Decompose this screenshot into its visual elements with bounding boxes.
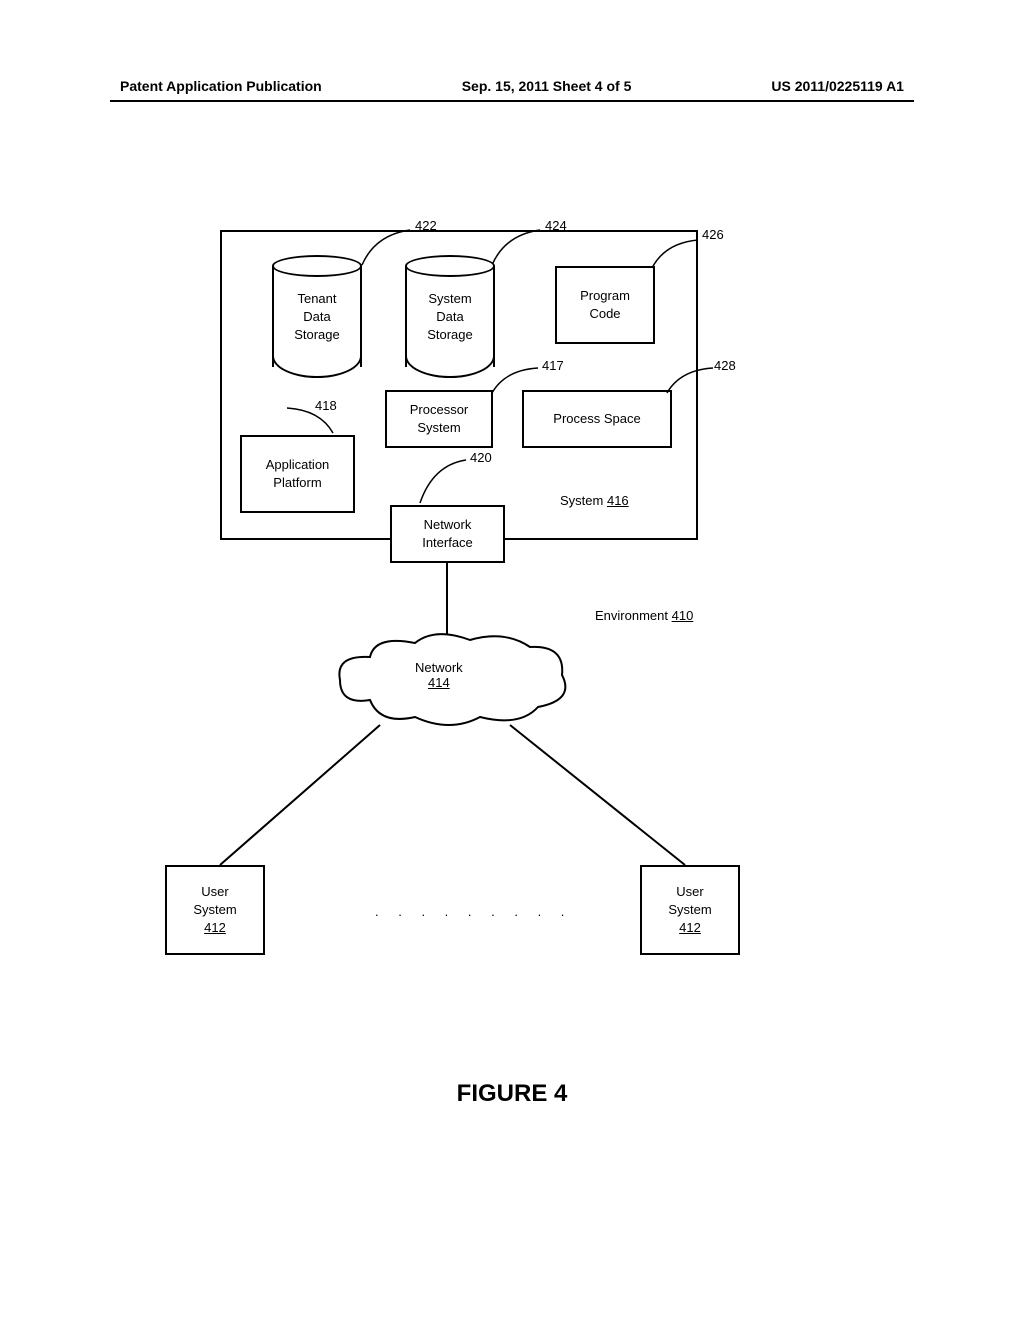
ref-422: 422 (415, 218, 437, 233)
processor-system: Processor System (385, 390, 493, 448)
leader-420 (418, 455, 473, 510)
program-code: Program Code (555, 266, 655, 344)
leader-428 (665, 365, 720, 400)
user-system-left: User System 412 (165, 865, 265, 955)
network-interface: Network Interface (390, 505, 505, 563)
system-data-storage: System Data Storage (405, 255, 495, 375)
figure-title: FIGURE 4 (0, 1080, 1024, 1108)
diagram: Tenant Data Storage 422 System Data Stor… (220, 230, 760, 970)
environment-label: Environment 410 (595, 608, 693, 623)
user-system-right: User System 412 (640, 865, 740, 955)
ref-417: 417 (542, 358, 564, 373)
header-right: US 2011/0225119 A1 (771, 78, 904, 94)
network-label: Network 414 (415, 660, 463, 690)
header-left: Patent Application Publication (120, 78, 322, 94)
page-header: Patent Application Publication Sep. 15, … (0, 78, 1024, 94)
process-space: Process Space (522, 390, 672, 448)
connectors-cloud-users (180, 720, 740, 880)
leader-426 (650, 235, 705, 275)
tenant-data-storage: Tenant Data Storage (272, 255, 362, 375)
ref-420: 420 (470, 450, 492, 465)
header-center: Sep. 15, 2011 Sheet 4 of 5 (462, 78, 632, 94)
header-divider (110, 100, 914, 102)
leader-424 (490, 225, 550, 270)
ellipsis: . . . . . . . . . (375, 904, 572, 919)
application-platform: Application Platform (240, 435, 355, 513)
system-label: System 416 (560, 493, 629, 508)
ref-418: 418 (315, 398, 337, 413)
ref-428: 428 (714, 358, 736, 373)
ref-424: 424 (545, 218, 567, 233)
ref-426: 426 (702, 227, 724, 242)
